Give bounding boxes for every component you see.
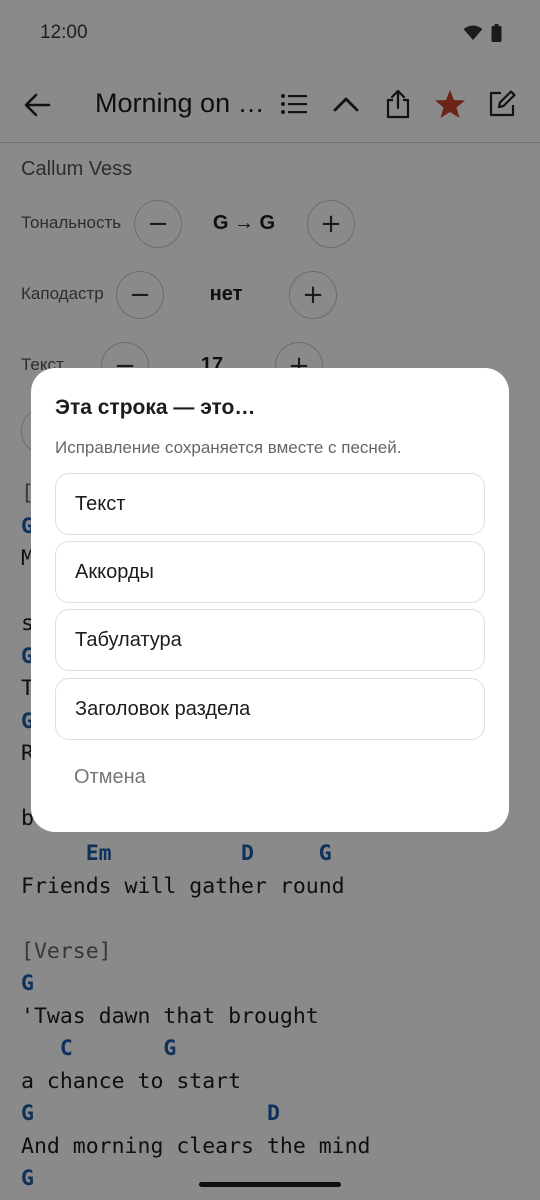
- line-type-dialog: Эта строка — это… Исправление сохраняетс…: [31, 368, 509, 832]
- dialog-title: Эта строка — это…: [55, 396, 256, 419]
- cancel-button[interactable]: Отмена: [74, 766, 146, 789]
- option-chords-button[interactable]: Аккорды: [55, 541, 485, 603]
- option-label: Заголовок раздела: [75, 698, 251, 720]
- option-label: Аккорды: [75, 561, 154, 583]
- option-text-button[interactable]: Текст: [55, 473, 485, 535]
- option-label: Табулатура: [75, 629, 182, 651]
- option-label: Текст: [75, 493, 126, 515]
- song-screen: 12:00 Morning on the Hill: [0, 0, 540, 1200]
- dialog-subtitle: Исправление сохраняется вместе с песней.: [55, 438, 402, 457]
- option-section-header-button[interactable]: Заголовок раздела: [55, 678, 485, 740]
- option-tab-button[interactable]: Табулатура: [55, 609, 485, 671]
